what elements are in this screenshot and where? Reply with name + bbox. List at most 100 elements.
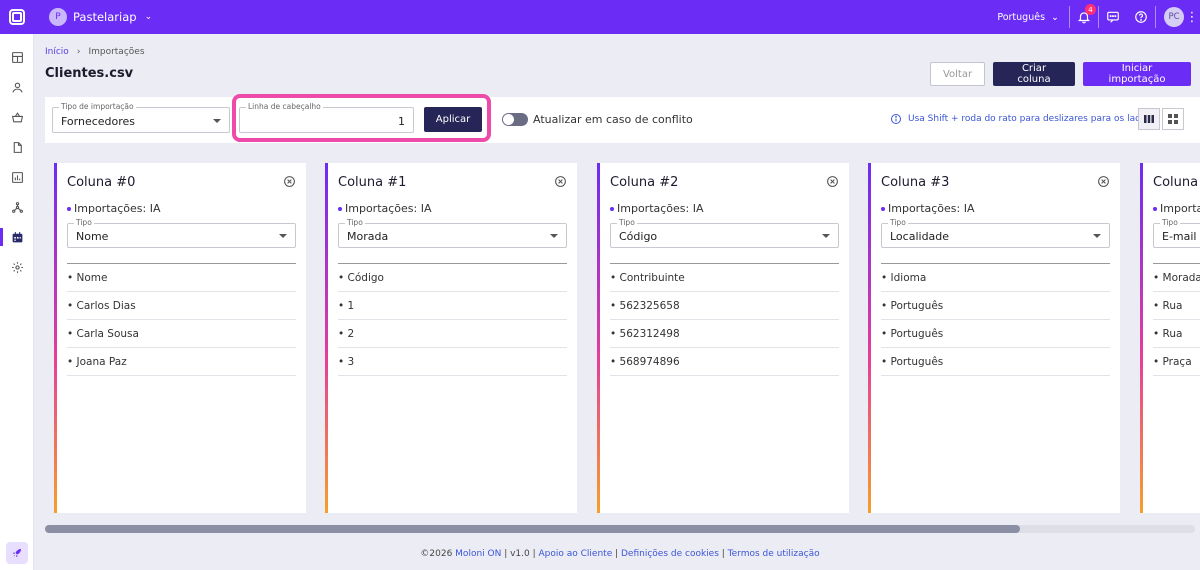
scrollbar-thumb[interactable]: [45, 525, 1020, 533]
column-imports: Importações: IA: [1153, 202, 1200, 215]
status-dot: [881, 206, 885, 211]
app-logo-icon[interactable]: [0, 0, 34, 34]
list-item: • Nome: [67, 264, 296, 292]
help-button[interactable]: [1127, 0, 1155, 34]
sidebar-item-contacts[interactable]: [0, 72, 34, 102]
horizontal-scrollbar[interactable]: [45, 525, 1195, 533]
dropdown-caret-icon: [1093, 234, 1101, 238]
chevron-down-icon: ⌄: [144, 12, 153, 22]
import-type-value: Fornecedores: [61, 115, 136, 128]
list-item: • Português: [881, 348, 1110, 376]
column-imports: Importações: IA: [67, 202, 161, 215]
remove-column-button[interactable]: [554, 175, 567, 191]
language-selector[interactable]: Português ⌄: [987, 12, 1069, 23]
company-avatar: P: [49, 8, 67, 26]
list-item: • Praça: [1153, 348, 1200, 376]
column-type-select[interactable]: Tipo Código: [610, 218, 839, 248]
remove-column-button[interactable]: [1097, 175, 1110, 191]
column-title: Coluna #0: [67, 175, 136, 190]
messages-button[interactable]: [1099, 0, 1127, 34]
breadcrumb-current: Importações: [88, 47, 145, 57]
notifications-button[interactable]: 4: [1070, 0, 1098, 34]
dropdown-caret-icon: [822, 234, 830, 238]
remove-column-button[interactable]: [826, 175, 839, 191]
column-type-value: Nome: [76, 230, 109, 243]
cookie-settings-link[interactable]: Definições de cookies: [621, 549, 719, 559]
sidebar-item-integrations[interactable]: [0, 192, 34, 222]
column-type-select[interactable]: Tipo E-mail: [1153, 218, 1200, 248]
start-import-button[interactable]: Iniciar importação: [1083, 62, 1191, 86]
close-circle-icon: [555, 176, 566, 187]
list-item: • Contribuinte: [610, 264, 839, 292]
column-title: Coluna #2: [610, 175, 679, 190]
close-circle-icon: [284, 176, 295, 187]
status-dot: [610, 206, 614, 211]
list-item: • 568974896: [610, 348, 839, 376]
import-type-select[interactable]: Tipo de importação Fornecedores: [52, 102, 230, 133]
status-dot: [67, 206, 71, 211]
sidebar-item-dashboard[interactable]: [0, 42, 34, 72]
list-item: • Código: [338, 264, 567, 292]
breadcrumb: Início › Importações: [45, 47, 145, 57]
header-line-input[interactable]: Linha de cabeçalho 1: [239, 102, 414, 133]
footer: ©2026 Moloni ON | v1.0 | Apoio ao Client…: [420, 549, 820, 559]
column-type-value: Localidade: [890, 230, 950, 243]
column-card: Coluna #0 Importações: IA Tipo Nome • No…: [54, 163, 306, 513]
list-item: • Português: [881, 292, 1110, 320]
header-line-value: 1: [398, 115, 405, 128]
divider: [1155, 6, 1156, 28]
conflict-toggle[interactable]: [502, 113, 528, 126]
close-circle-icon: [827, 176, 838, 187]
terms-link[interactable]: Termos de utilização: [728, 549, 820, 559]
user-avatar[interactable]: PC: [1164, 7, 1184, 27]
support-link[interactable]: Apoio ao Cliente: [539, 549, 613, 559]
sidebar-item-sales[interactable]: [0, 102, 34, 132]
document-icon: [13, 141, 22, 153]
brand-link[interactable]: Moloni ON: [455, 549, 501, 559]
column-type-label: Tipo: [74, 218, 94, 227]
chart-icon: [11, 171, 23, 183]
dropdown-caret-icon: [213, 119, 221, 123]
breadcrumb-home-link[interactable]: Início: [45, 47, 69, 57]
grid-view-button[interactable]: [1162, 108, 1184, 130]
column-card: Coluna #2 Importações: IA Tipo Código • …: [597, 163, 849, 513]
apply-button[interactable]: Aplicar: [424, 107, 482, 132]
chevron-down-icon: ⌄: [1051, 11, 1059, 23]
list-item: • Morada: [1153, 264, 1200, 292]
remove-column-button[interactable]: [283, 175, 296, 191]
sidebar-item-calendar[interactable]: [0, 222, 34, 252]
sidebar-item-documents[interactable]: [0, 132, 34, 162]
dropdown-caret-icon: [550, 234, 558, 238]
column-type-label: Tipo: [1160, 218, 1180, 227]
column-title: Coluna #3: [881, 175, 950, 190]
list-item: • Rua: [1153, 320, 1200, 348]
page-actions: Voltar Criar coluna Iniciar importação: [930, 62, 1191, 86]
sidebar-item-settings[interactable]: [0, 252, 34, 282]
conflict-toggle-label: Atualizar em caso de conflito: [533, 113, 693, 126]
column-type-label: Tipo: [617, 218, 637, 227]
scroll-hint-text: Usa Shift + roda do rato para deslizares…: [908, 114, 1152, 124]
column-imports: Importações: IA: [338, 202, 432, 215]
list-item: • Português: [881, 320, 1110, 348]
calendar-icon: [12, 231, 22, 242]
column-type-select[interactable]: Tipo Nome: [67, 218, 296, 248]
columns-scroll-area[interactable]: Coluna #0 Importações: IA Tipo Nome • No…: [45, 163, 1200, 515]
list-item: • 562312498: [610, 320, 839, 348]
column-imports-text: Importações: IA: [888, 202, 975, 215]
sidebar-item-reports[interactable]: [0, 162, 34, 192]
column-type-select[interactable]: Tipo Morada: [338, 218, 567, 248]
back-button[interactable]: Voltar: [930, 62, 985, 86]
create-column-button[interactable]: Criar coluna: [993, 62, 1075, 86]
more-options-icon[interactable]: ⋮: [1184, 10, 1200, 25]
help-icon: [1135, 11, 1147, 23]
column-title: Coluna #1: [338, 175, 407, 190]
close-circle-icon: [1098, 176, 1109, 187]
company-switcher[interactable]: P Pastelariap ⌄: [49, 8, 152, 26]
column-card: Coluna #4 Importações: IA Tipo E-mail • …: [1140, 163, 1200, 513]
column-type-select[interactable]: Tipo Localidade: [881, 218, 1110, 248]
list-item: • Joana Paz: [67, 348, 296, 376]
basket-icon: [11, 111, 23, 122]
status-dot: [1153, 206, 1157, 211]
info-icon: [891, 114, 901, 124]
columns-view-button[interactable]: [1138, 108, 1160, 130]
